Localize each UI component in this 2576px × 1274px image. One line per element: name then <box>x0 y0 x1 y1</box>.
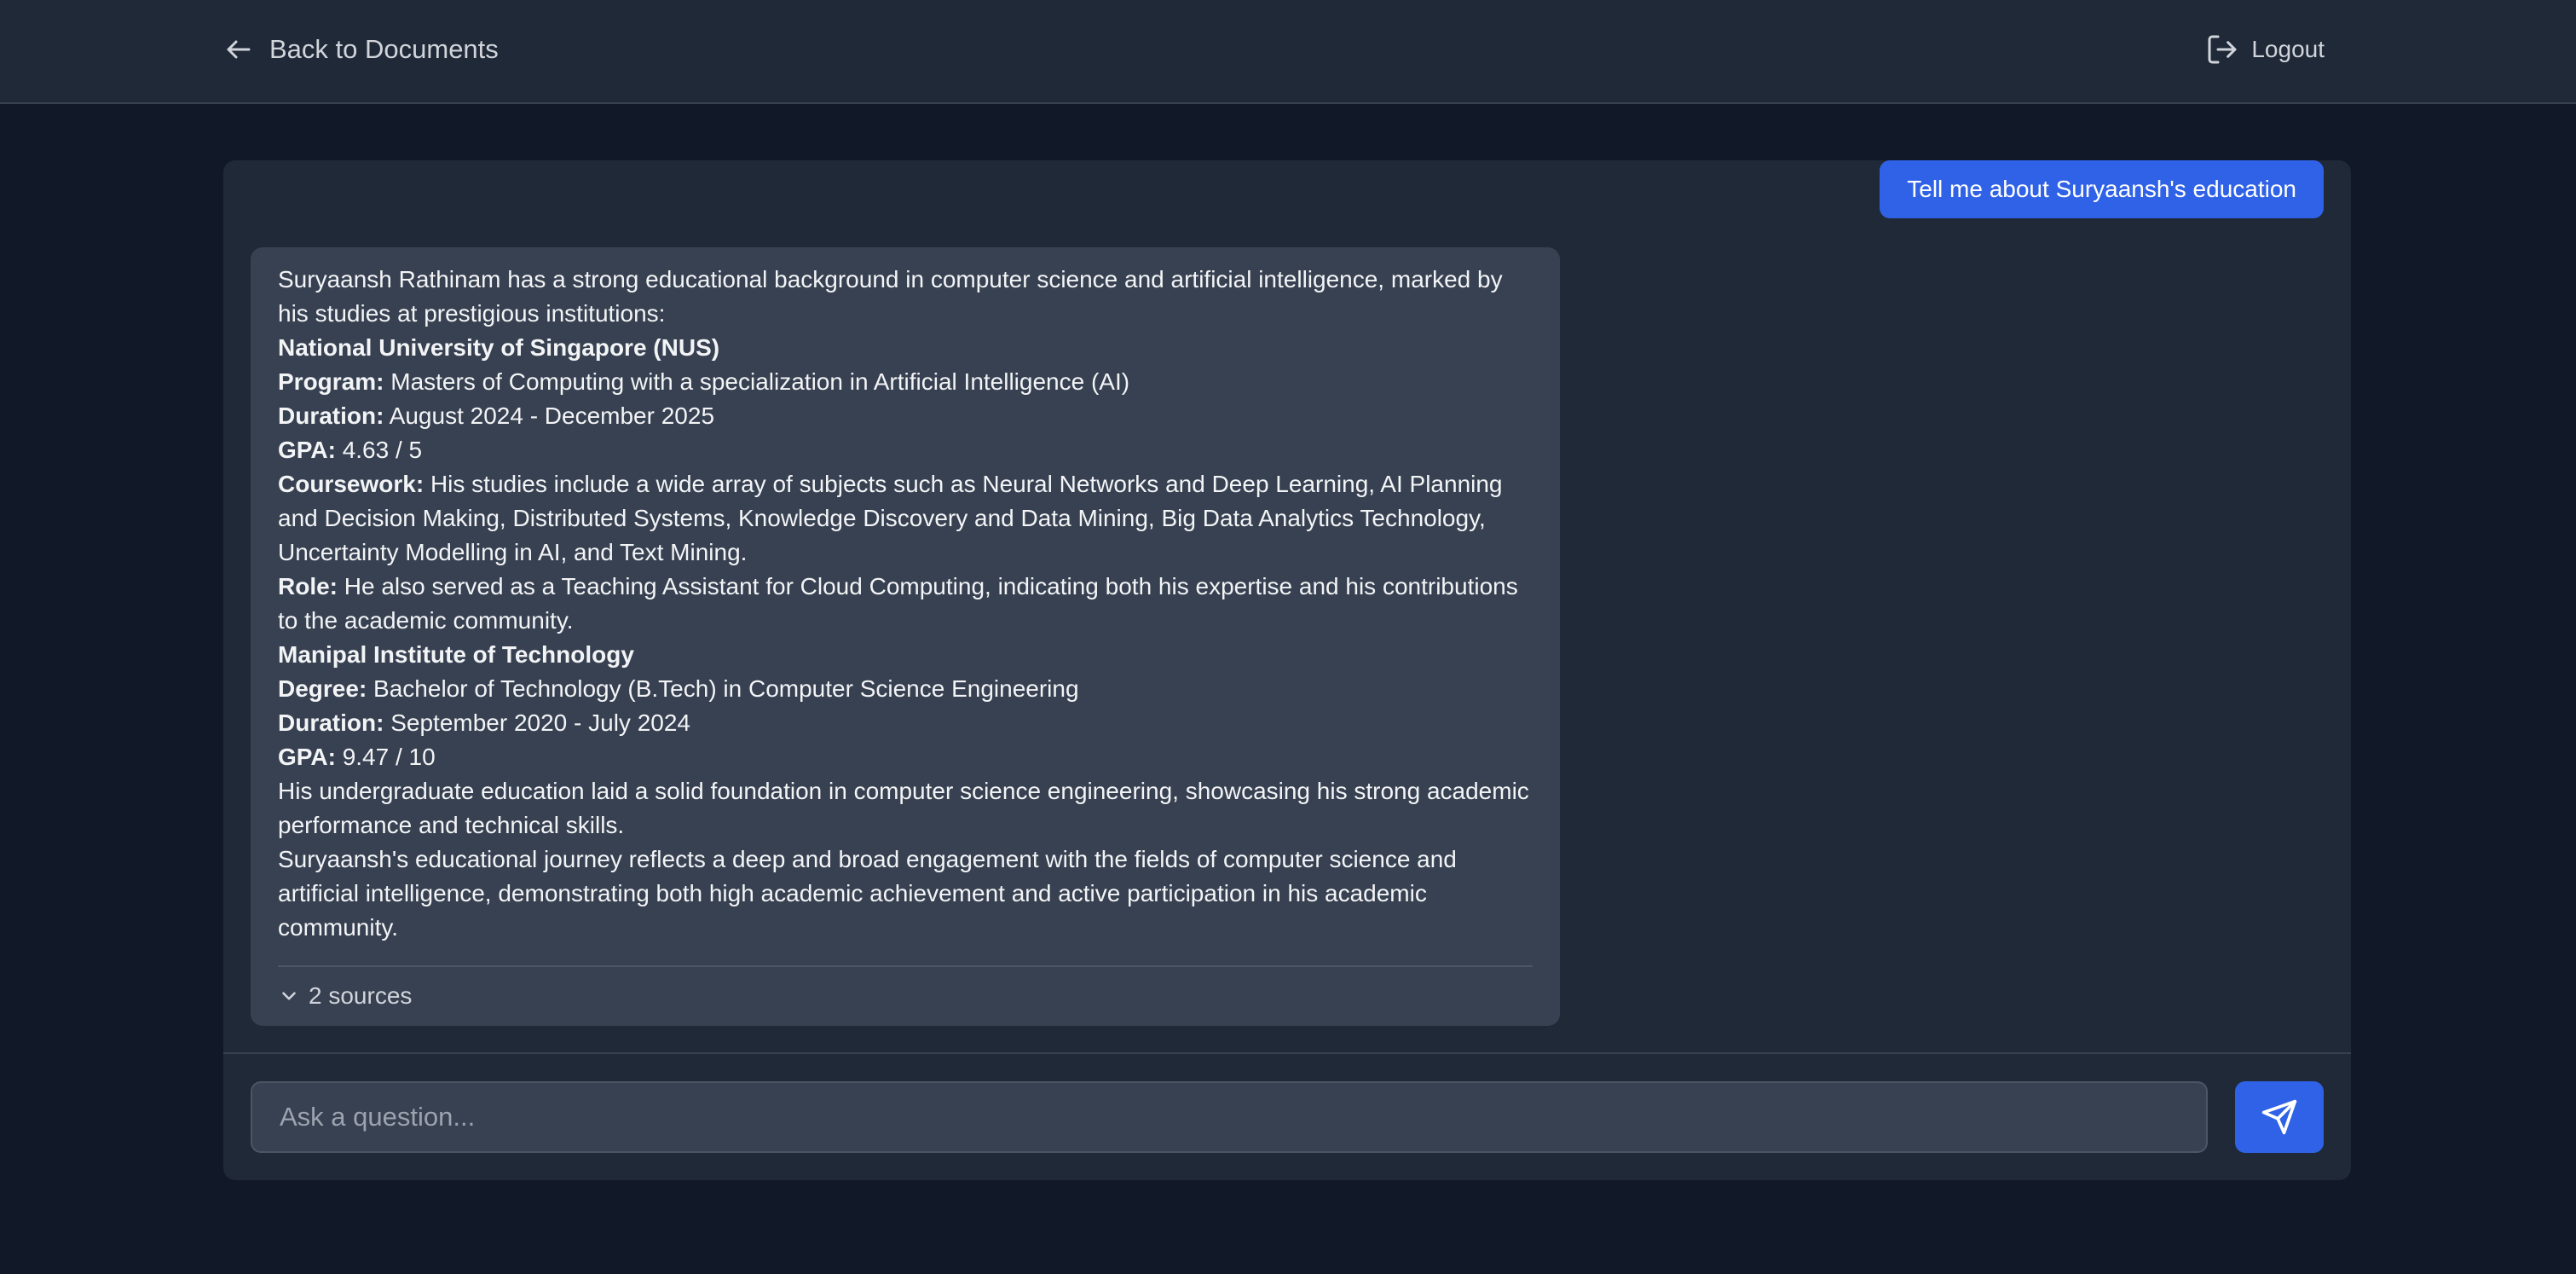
mit-gpa-label: GPA: <box>278 744 336 770</box>
nus-gpa-label: GPA: <box>278 437 336 463</box>
conclusion-paragraph: Suryaansh's educational journey reflects… <box>278 846 1457 941</box>
mit-duration-value: September 2020 - July 2024 <box>390 709 690 736</box>
undergrad-note: His undergraduate education laid a solid… <box>278 778 1529 838</box>
logout-button[interactable]: Logout <box>2205 29 2325 70</box>
nus-program-label: Program: <box>278 368 384 395</box>
mit-degree: Degree: Bachelor of Technology (B.Tech) … <box>278 672 1533 706</box>
mit-duration-label: Duration: <box>278 709 384 736</box>
chevron-down-icon <box>282 992 296 1000</box>
assistant-message: Suryaansh Rathinam has a strong educatio… <box>251 247 1560 1026</box>
sources-divider <box>278 965 1533 967</box>
arrow-left-icon <box>227 40 251 59</box>
nus-duration-label: Duration: <box>278 402 384 429</box>
intro-paragraph: Suryaansh Rathinam has a strong educatio… <box>278 266 1503 327</box>
nus-program-value: Masters of Computing with a specializati… <box>390 368 1130 395</box>
top-bar: Back to Documents Logout <box>0 0 2576 104</box>
sources-label: 2 sources <box>309 982 413 1009</box>
mit-degree-label: Degree: <box>278 675 367 702</box>
sources-toggle[interactable]: 2 sources <box>278 982 412 1010</box>
nus-duration-value: August 2024 - December 2025 <box>389 402 715 429</box>
user-message: Tell me about Suryaansh's education <box>1880 160 2324 218</box>
chat-panel: Tell me about Suryaansh's education Sury… <box>223 160 2351 1180</box>
nus-program: Program: Masters of Computing with a spe… <box>278 365 1533 399</box>
nus-coursework-label: Coursework: <box>278 471 425 497</box>
nus-coursework-value: His studies include a wide array of subj… <box>278 471 1503 565</box>
back-to-documents-link[interactable]: Back to Documents <box>223 29 499 70</box>
user-message-text: Tell me about Suryaansh's education <box>1907 176 2296 202</box>
back-link-label: Back to Documents <box>269 34 499 64</box>
mit-degree-value: Bachelor of Technology (B.Tech) in Compu… <box>373 675 1079 702</box>
mit-gpa-value: 9.47 / 10 <box>342 744 436 770</box>
logout-icon <box>2208 35 2237 64</box>
mit-gpa: GPA: 9.47 / 10 <box>278 740 1533 774</box>
send-icon <box>2261 1099 2297 1135</box>
nus-role-label: Role: <box>278 573 338 599</box>
nus-gpa-value: 4.63 / 5 <box>342 437 423 463</box>
mit-heading: Manipal Institute of Technology <box>278 641 634 668</box>
logout-label: Logout <box>2251 36 2325 62</box>
nus-role-value: He also served as a Teaching Assistant f… <box>278 573 1518 634</box>
nus-role: Role: He also served as a Teaching Assis… <box>278 570 1533 638</box>
composer <box>223 1052 2351 1180</box>
nus-duration: Duration: August 2024 - December 2025 <box>278 399 1533 433</box>
assistant-message-text: Suryaansh Rathinam has a strong educatio… <box>278 263 1533 945</box>
nus-coursework: Coursework: His studies include a wide a… <box>278 467 1533 570</box>
nus-gpa: GPA: 4.63 / 5 <box>278 433 1533 467</box>
send-button[interactable] <box>2235 1081 2324 1153</box>
question-input[interactable] <box>251 1081 2208 1153</box>
mit-duration: Duration: September 2020 - July 2024 <box>278 706 1533 740</box>
nus-heading: National University of Singapore (NUS) <box>278 334 720 361</box>
